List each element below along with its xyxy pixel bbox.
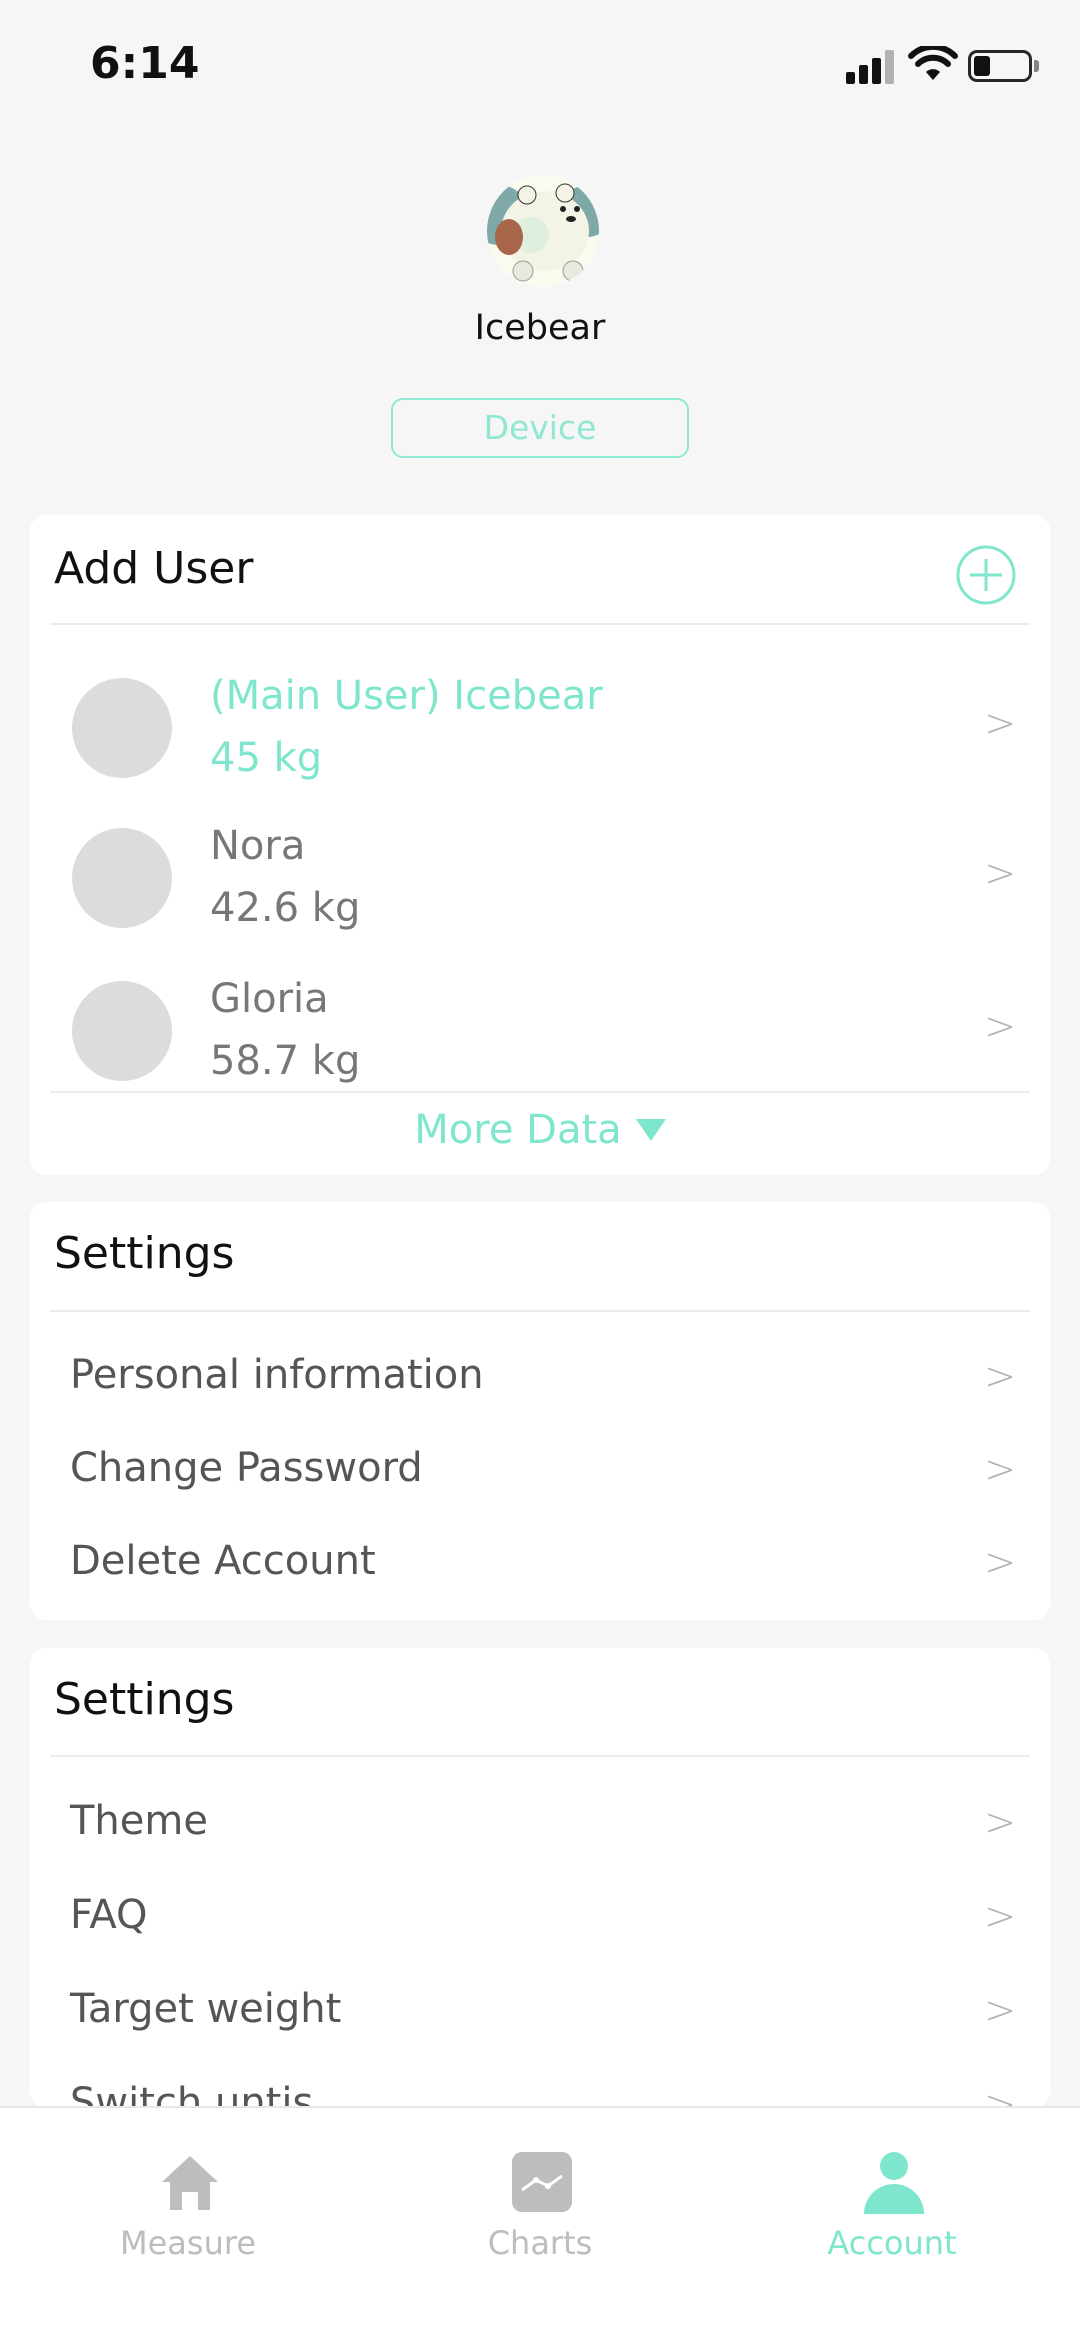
user-weight: 45 kg bbox=[210, 735, 323, 781]
more-data-button[interactable]: More Data bbox=[30, 1107, 1050, 1153]
user-name: (Main User) Icebear bbox=[210, 673, 603, 719]
more-data-label: More Data bbox=[414, 1107, 622, 1153]
tab-account[interactable]: Account bbox=[782, 2108, 1002, 2278]
status-bar: 6:14 bbox=[0, 0, 1080, 130]
settings-item-label: FAQ bbox=[70, 1892, 148, 1938]
app-settings-card: Settings Theme > FAQ > Target weight > S… bbox=[30, 1648, 1050, 2108]
battery-icon bbox=[968, 50, 1040, 82]
chevron-right-icon: > bbox=[984, 1447, 1016, 1491]
user-row-main[interactable]: (Main User) Icebear 45 kg > bbox=[30, 663, 1050, 793]
tab-measure[interactable]: Measure bbox=[78, 2108, 298, 2278]
settings-item-personal-information[interactable]: Personal information > bbox=[30, 1332, 1050, 1424]
settings-item-label: Delete Account bbox=[70, 1538, 376, 1584]
chevron-right-icon: > bbox=[984, 1800, 1016, 1844]
settings-item-delete-account[interactable]: Delete Account > bbox=[30, 1518, 1050, 1610]
settings-item-theme[interactable]: Theme > bbox=[30, 1778, 1050, 1870]
cellular-signal-icon bbox=[846, 50, 898, 84]
user-avatar bbox=[72, 981, 172, 1081]
device-button[interactable]: Device bbox=[391, 398, 689, 458]
settings-item-switch-units[interactable]: Switch untis > bbox=[30, 2060, 1050, 2108]
chevron-right-icon: > bbox=[984, 1004, 1016, 1048]
chevron-right-icon: > bbox=[984, 1354, 1016, 1398]
profile-avatar[interactable] bbox=[487, 175, 599, 287]
settings-title: Settings bbox=[54, 1674, 235, 1725]
settings-title: Settings bbox=[54, 1228, 235, 1279]
add-user-plus-icon[interactable] bbox=[955, 544, 1017, 606]
user-name: Nora bbox=[210, 823, 306, 869]
settings-item-label: Personal information bbox=[70, 1352, 484, 1398]
settings-item-change-password[interactable]: Change Password > bbox=[30, 1425, 1050, 1517]
user-row-nora[interactable]: Nora 42.6 kg > bbox=[30, 813, 1050, 943]
profile-name: Icebear bbox=[474, 308, 606, 348]
add-user-title: Add User bbox=[54, 543, 254, 594]
chart-icon bbox=[512, 2152, 572, 2212]
tab-label: Account bbox=[827, 2224, 957, 2262]
tab-charts[interactable]: Charts bbox=[430, 2108, 650, 2278]
home-icon bbox=[162, 2156, 218, 2210]
settings-item-faq[interactable]: FAQ > bbox=[30, 1872, 1050, 1964]
chevron-right-icon: > bbox=[984, 701, 1016, 745]
tab-label: Charts bbox=[487, 2224, 593, 2262]
settings-item-target-weight[interactable]: Target weight > bbox=[30, 1966, 1050, 2058]
tab-label: Measure bbox=[120, 2224, 256, 2262]
divider bbox=[50, 1091, 1030, 1093]
divider bbox=[50, 1755, 1030, 1757]
wifi-icon bbox=[908, 46, 958, 80]
status-time: 6:14 bbox=[90, 38, 200, 89]
triangle-down-icon bbox=[635, 1119, 666, 1141]
user-weight: 42.6 kg bbox=[210, 885, 361, 931]
user-row-gloria[interactable]: Gloria 58.7 kg > bbox=[30, 966, 1050, 1096]
divider bbox=[50, 1310, 1030, 1312]
chevron-right-icon: > bbox=[984, 851, 1016, 895]
user-weight: 58.7 kg bbox=[210, 1038, 361, 1084]
chevron-right-icon: > bbox=[984, 1894, 1016, 1938]
chevron-right-icon: > bbox=[984, 1988, 1016, 2032]
bottom-tab-bar: Measure Charts Account bbox=[0, 2106, 1080, 2337]
users-card: Add User (Main User) Icebear 45 kg > Nor… bbox=[30, 515, 1050, 1175]
settings-item-label: Target weight bbox=[70, 1986, 342, 2032]
settings-item-label: Theme bbox=[70, 1798, 208, 1844]
user-avatar bbox=[72, 828, 172, 928]
settings-item-label: Switch untis bbox=[70, 2080, 314, 2108]
person-icon bbox=[864, 2152, 924, 2214]
settings-item-label: Change Password bbox=[70, 1445, 423, 1491]
account-settings-card: Settings Personal information > Change P… bbox=[30, 1202, 1050, 1620]
user-name: Gloria bbox=[210, 976, 329, 1022]
chevron-right-icon: > bbox=[984, 1540, 1016, 1584]
divider bbox=[50, 623, 1030, 625]
user-avatar bbox=[72, 678, 172, 778]
chevron-right-icon: > bbox=[984, 2082, 1016, 2108]
